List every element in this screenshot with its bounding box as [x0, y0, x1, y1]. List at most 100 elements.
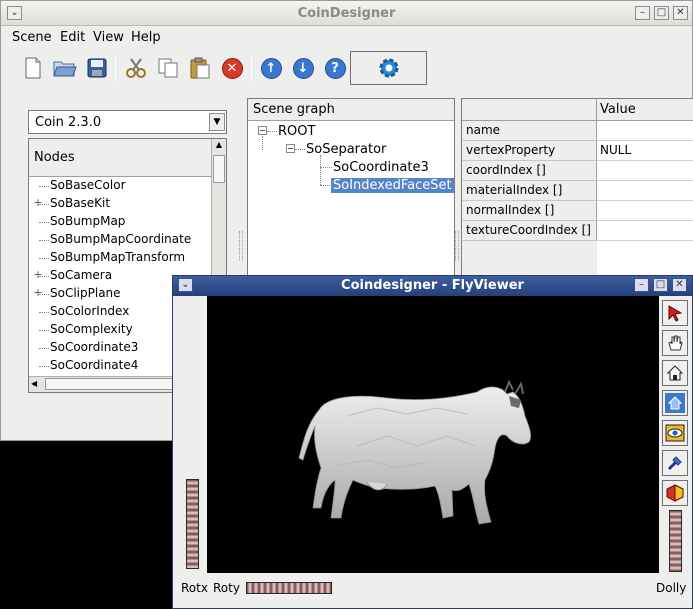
property-name[interactable]: coordIndex []	[462, 161, 597, 181]
cut-icon[interactable]	[124, 56, 148, 80]
property-row[interactable]: normalIndex []	[462, 201, 693, 221]
help-icon[interactable]: ?	[323, 56, 347, 80]
node-list-item-label: SoClipPlane	[50, 286, 121, 300]
node-list-item-label: SoBaseKit	[50, 196, 111, 210]
property-name[interactable]: vertexProperty	[462, 141, 597, 161]
rotx-wheel[interactable]	[186, 479, 199, 569]
node-list-item[interactable]: SoBumpMap	[29, 213, 211, 231]
menu-edit[interactable]: Edit	[60, 30, 85, 45]
save-icon[interactable]	[85, 56, 109, 80]
scroll-left-icon[interactable]: ◀	[31, 379, 37, 388]
seek-icon[interactable]	[662, 450, 688, 476]
paste-icon[interactable]	[188, 56, 212, 80]
scene-graph-header[interactable]: Scene graph	[248, 99, 454, 121]
flyviewer-title: Coindesigner - FlyViewer	[341, 278, 524, 293]
splitter-handle[interactable]	[455, 231, 459, 261]
properties-table[interactable]: Value name vertexProperty NULL coordIndex […	[461, 98, 693, 281]
tree-connector	[39, 348, 49, 349]
minimize-button[interactable]: –	[634, 278, 649, 292]
node-list-item-label: SoBumpMapCoordinate	[50, 232, 192, 246]
node-list-item-label: SoBumpMapTransform	[50, 250, 186, 264]
property-row[interactable]: vertexProperty NULL	[462, 141, 693, 161]
dolly-wheel[interactable]	[669, 510, 682, 572]
collapse-icon[interactable]: −	[286, 144, 295, 153]
hand-icon[interactable]	[662, 330, 688, 356]
new-file-icon[interactable]	[21, 56, 45, 80]
node-list-item-label: SoCoordinate4	[50, 358, 139, 372]
value-column-header[interactable]: Value	[597, 99, 693, 121]
node-list-item-label: SoBumpMap	[50, 214, 126, 228]
home-icon[interactable]	[662, 360, 688, 386]
property-value[interactable]	[597, 181, 693, 201]
roty-label: Roty	[213, 581, 240, 595]
menu-help[interactable]: Help	[131, 30, 161, 45]
roty-wheel[interactable]	[246, 582, 332, 594]
delete-icon[interactable]: ✕	[220, 56, 244, 80]
menu-scene[interactable]: Scene	[12, 30, 52, 45]
up-arrow-icon[interactable]: ↑	[259, 56, 283, 80]
node-list-item[interactable]: SoBumpMapCoordinate	[29, 231, 211, 249]
render-button[interactable]	[350, 51, 427, 85]
flyviewer-titlebar[interactable]: ⌄ Coindesigner - FlyViewer – □ ✕	[173, 276, 692, 296]
tree-node-separator[interactable]: SoSeparator	[306, 142, 386, 157]
library-version-combo[interactable]: Coin 2.3.0 ▼	[28, 110, 227, 134]
splitter-handle[interactable]	[239, 231, 243, 261]
expand-icon[interactable]: +	[33, 196, 43, 209]
menubar: Scene Edit View Help	[1, 27, 692, 49]
scene-graph-tree[interactable]: Scene graph − ROOT − SoSeparator SoCoord…	[247, 98, 455, 281]
tree-connector	[39, 330, 49, 331]
property-value[interactable]	[597, 161, 693, 181]
tree-connector	[39, 312, 49, 313]
scroll-thumb[interactable]	[213, 155, 225, 183]
gear-icon	[379, 58, 398, 78]
tree-node-coordinate3[interactable]: SoCoordinate3	[333, 160, 429, 175]
node-list-item[interactable]: SoBumpMapTransform	[29, 249, 211, 267]
property-value[interactable]	[597, 121, 693, 141]
hscroll-thumb[interactable]	[45, 378, 185, 390]
maximize-button[interactable]: □	[653, 278, 668, 292]
collapse-icon[interactable]: −	[258, 126, 267, 135]
down-arrow-icon[interactable]: ↓	[291, 56, 315, 80]
nodes-header[interactable]: Nodes	[29, 139, 212, 177]
property-name[interactable]: materialIndex []	[462, 181, 597, 201]
property-name[interactable]: normalIndex []	[462, 201, 597, 221]
view-all-icon[interactable]	[662, 420, 688, 446]
tree-node-root[interactable]: ROOT	[278, 124, 315, 139]
scene-graph-header-label: Scene graph	[253, 102, 335, 117]
open-folder-icon[interactable]	[53, 56, 77, 80]
property-row[interactable]: materialIndex []	[462, 181, 693, 201]
tree-node-indexedfaceset[interactable]: SoIndexedFaceSet	[331, 178, 454, 193]
tree-connector	[39, 258, 49, 259]
perspective-icon[interactable]	[662, 480, 688, 506]
menu-view[interactable]: View	[93, 30, 124, 45]
tree-connector	[39, 294, 49, 295]
expand-icon[interactable]: +	[33, 268, 43, 281]
expand-icon[interactable]: +	[33, 286, 43, 299]
scroll-up-icon[interactable]: ▲	[213, 140, 225, 152]
minimize-button[interactable]: –	[635, 6, 650, 20]
select-arrow-icon[interactable]	[662, 300, 688, 326]
node-list-item[interactable]: + SoBaseKit	[29, 195, 211, 213]
node-list-item-label: SoCoordinate3	[50, 340, 139, 354]
3d-viewport[interactable]	[207, 296, 659, 573]
close-button[interactable]: ✕	[672, 278, 687, 292]
nodes-header-label: Nodes	[34, 150, 75, 165]
property-name[interactable]: name	[462, 121, 597, 141]
tree-connector	[39, 276, 49, 277]
set-home-icon[interactable]	[662, 390, 688, 416]
chevron-down-icon[interactable]: ▼	[209, 113, 225, 131]
property-value[interactable]	[597, 201, 693, 221]
dolly-label: Dolly	[656, 581, 687, 595]
close-button[interactable]: ✕	[673, 6, 688, 20]
property-value[interactable]: NULL	[597, 141, 693, 161]
property-name[interactable]: textureCoordIndex []	[462, 221, 597, 241]
property-value[interactable]	[597, 221, 693, 241]
node-list-item[interactable]: SoBaseColor	[29, 177, 211, 195]
maximize-button[interactable]: □	[654, 6, 669, 20]
property-row[interactable]: name	[462, 121, 693, 141]
main-titlebar[interactable]: ⌄ CoinDesigner – □ ✕	[1, 1, 692, 26]
copy-icon[interactable]	[156, 56, 180, 80]
property-row[interactable]: textureCoordIndex []	[462, 221, 693, 241]
node-list-item-label: SoComplexity	[50, 322, 133, 336]
property-row[interactable]: coordIndex []	[462, 161, 693, 181]
